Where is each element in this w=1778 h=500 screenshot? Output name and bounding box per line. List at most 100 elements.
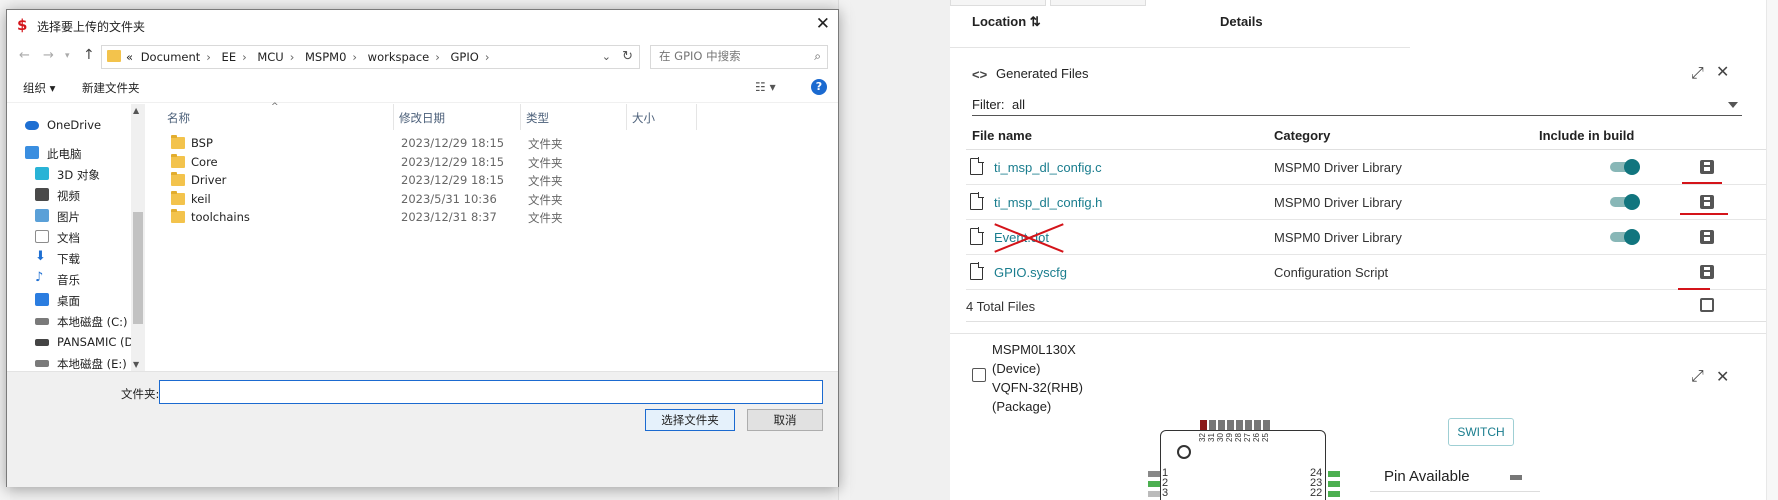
include-toggle[interactable]	[1610, 159, 1640, 175]
pin-number: 30	[1216, 433, 1225, 442]
pin-3[interactable]	[1148, 491, 1160, 497]
pin-1[interactable]	[1148, 471, 1160, 477]
nav-scrollbar[interactable]: ▲ ▼	[131, 104, 145, 371]
save-icon[interactable]	[1700, 160, 1714, 174]
table-row: Event.dot MSPM0 Driver Library	[966, 220, 1766, 255]
chevron-down-icon[interactable]	[1728, 102, 1738, 108]
background-splitter	[838, 0, 850, 500]
dialog-footer: 文件夹: 选择文件夹 取消	[7, 371, 838, 487]
scroll-down-icon[interactable]: ▼	[133, 360, 139, 369]
details-column-header[interactable]: Details	[1220, 14, 1263, 29]
help-icon[interactable]: ?	[811, 79, 827, 95]
column-divider[interactable]	[626, 104, 627, 130]
save-icon[interactable]	[1700, 265, 1714, 279]
total-files-row: 4 Total Files	[966, 290, 1766, 322]
column-divider[interactable]	[393, 104, 394, 130]
select-folder-button[interactable]: 选择文件夹	[645, 409, 735, 431]
app-logo-icon: $	[17, 16, 28, 34]
new-folder-button[interactable]: 新建文件夹	[82, 80, 140, 96]
list-item[interactable]: Core 2023/12/29 18:15 文件夹	[147, 153, 667, 172]
chevron-right-icon[interactable]: ›	[435, 50, 440, 64]
pin-number: 26	[1252, 433, 1261, 442]
package-name: VQFN-32(RHB)	[992, 380, 1084, 395]
pin-number: 31	[1207, 433, 1216, 442]
file-name-link[interactable]: GPIO.syscfg	[994, 265, 1067, 280]
back-icon[interactable]: ←	[19, 48, 30, 63]
file-icon	[970, 262, 984, 280]
pin-22[interactable]	[1328, 491, 1340, 497]
view-options-icon[interactable]: ☷ ▾	[755, 80, 776, 94]
chevron-right-icon[interactable]: ›	[485, 50, 490, 64]
address-bar[interactable]: « Document › EE › MCU › MSPM0 › workspace › G…	[101, 45, 640, 69]
folder-input[interactable]	[164, 383, 814, 401]
item-type: 文件夹	[528, 137, 563, 151]
sysconfig-panel: Location ⇅ Details <> Generated Files ⤢ …	[950, 0, 1778, 500]
include-toggle[interactable]	[1610, 229, 1640, 245]
list-item[interactable]: keil 2023/5/31 10:36 文件夹	[147, 190, 667, 209]
search-input[interactable]	[659, 49, 799, 63]
breadcrumb-item[interactable]: Document	[141, 50, 201, 64]
breadcrumb-item[interactable]: MCU	[257, 50, 283, 64]
column-divider[interactable]	[696, 104, 697, 130]
tab-stub[interactable]	[950, 0, 1046, 6]
list-item[interactable]: Driver 2023/12/29 18:15 文件夹	[147, 171, 667, 190]
breadcrumb-item[interactable]: MSPM0	[305, 50, 346, 64]
expand-icon[interactable]: ⤢	[1691, 368, 1704, 386]
scrollbar-thumb[interactable]	[133, 212, 143, 324]
breadcrumb-item[interactable]: GPIO	[451, 50, 479, 64]
breadcrumb-item[interactable]: EE	[222, 50, 237, 64]
pin-24[interactable]	[1328, 471, 1340, 477]
scrollbar[interactable]	[1766, 0, 1778, 500]
filter-label: Filter:	[972, 97, 1005, 112]
save-all-icon[interactable]	[1700, 298, 1714, 312]
file-name-link[interactable]: ti_msp_dl_config.h	[994, 195, 1102, 210]
chevron-down-icon[interactable]: ⌄	[602, 50, 611, 63]
switch-button[interactable]: SWITCH	[1448, 418, 1514, 446]
forward-icon[interactable]: →	[43, 48, 54, 63]
file-name-link[interactable]: ti_msp_dl_config.c	[994, 160, 1102, 175]
up-icon[interactable]: ↑	[83, 47, 95, 63]
search-icon[interactable]: ⌕	[814, 49, 821, 64]
column-header-date[interactable]: 修改日期	[399, 110, 445, 126]
file-icon	[970, 227, 984, 245]
scroll-up-icon[interactable]: ▲	[133, 106, 139, 115]
close-icon[interactable]: ✕	[816, 14, 830, 34]
search-box[interactable]: ⌕	[650, 45, 828, 69]
organize-menu[interactable]: 组织 ▾	[23, 80, 55, 96]
expand-icon[interactable]: ⤢	[1691, 63, 1704, 83]
chevron-right-icon[interactable]: ›	[290, 50, 295, 64]
save-icon[interactable]	[1700, 195, 1714, 209]
category-cell: MSPM0 Driver Library	[1274, 195, 1402, 210]
tab-stub[interactable]	[1050, 0, 1146, 6]
chevron-right-icon[interactable]: ›	[352, 50, 357, 64]
recent-dropdown-icon[interactable]: ▾	[65, 51, 70, 61]
close-icon[interactable]: ✕	[1716, 367, 1729, 387]
pin-number: 27	[1243, 433, 1252, 442]
folder-field[interactable]	[159, 380, 823, 404]
pin-23[interactable]	[1328, 481, 1340, 487]
column-header-name[interactable]: 名称	[167, 110, 190, 126]
column-header-size[interactable]: 大小	[632, 110, 655, 126]
pin-2[interactable]	[1148, 481, 1160, 487]
generated-files-table: File name Category Include in build ti_m…	[966, 120, 1766, 322]
include-toggle[interactable]	[1610, 194, 1640, 210]
folder-name: toolchains	[191, 210, 250, 224]
breadcrumb-overflow[interactable]: «	[126, 50, 133, 64]
package-type: (Package)	[992, 399, 1052, 414]
location-column-header[interactable]: Location ⇅	[972, 14, 1041, 30]
cancel-button[interactable]: 取消	[747, 409, 823, 431]
device-info: MSPM0L130X (Device) VQFN-32(RHB) (Packag…	[992, 340, 1083, 416]
folder-label: 文件夹:	[121, 387, 160, 401]
chevron-right-icon[interactable]: ›	[242, 50, 247, 64]
list-item[interactable]: BSP 2023/12/29 18:15 文件夹	[147, 134, 667, 153]
save-icon[interactable]	[1700, 230, 1714, 244]
list-item[interactable]: toolchains 2023/12/31 8:37 文件夹	[147, 208, 667, 227]
column-divider[interactable]	[520, 104, 521, 130]
filter-select[interactable]: Filter: all	[972, 96, 1742, 116]
close-icon[interactable]: ✕	[1716, 62, 1729, 81]
breadcrumb-item[interactable]: workspace	[368, 50, 430, 64]
chevron-right-icon[interactable]: ›	[206, 50, 211, 64]
folder-icon	[107, 50, 121, 62]
column-header-type[interactable]: 类型	[526, 110, 549, 126]
refresh-icon[interactable]: ↻	[622, 49, 633, 64]
